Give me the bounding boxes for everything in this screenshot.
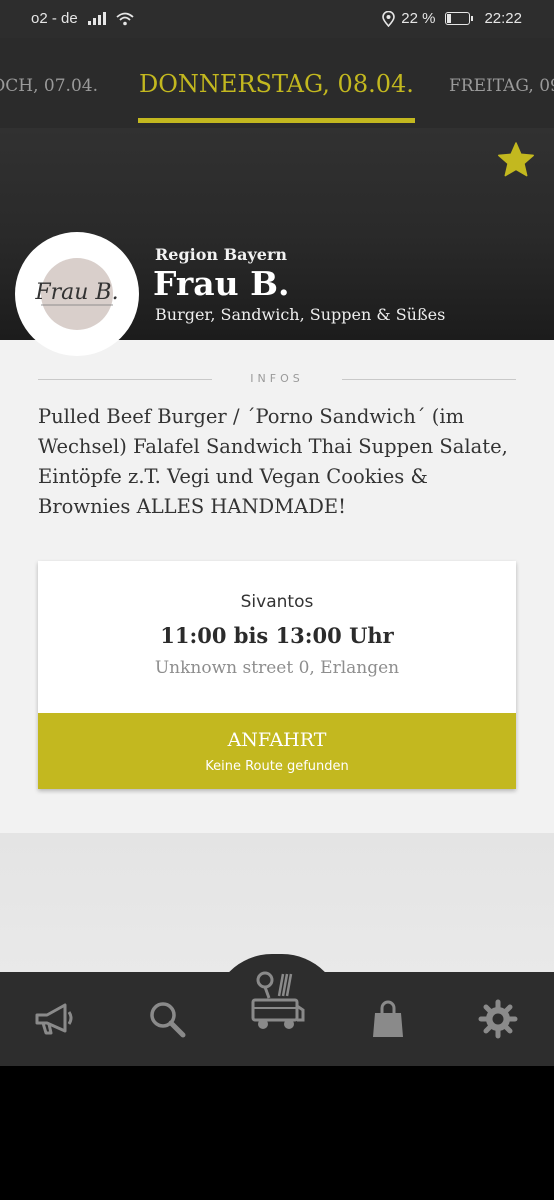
vendor-categories: Burger, Sandwich, Suppen & Süßes — [155, 305, 446, 324]
route-status: Keine Route gefunden — [205, 759, 349, 774]
infos-heading: INFOS — [250, 372, 304, 385]
location-pin-icon — [382, 10, 396, 27]
vendor-region: Region Bayern — [155, 245, 288, 264]
vendor-details: INFOS Pulled Beef Burger / ´Porno Sandwi… — [0, 340, 554, 833]
nav-search[interactable] — [132, 972, 202, 1066]
vendor-description: Pulled Beef Burger / ´Porno Sandwich´ (i… — [38, 405, 508, 518]
nav-news[interactable] — [20, 972, 90, 1066]
system-nav-area — [0, 1066, 554, 1200]
battery-percent: 22 % — [401, 10, 436, 27]
megaphone-icon — [35, 1003, 73, 1035]
route-button[interactable]: ANFAHRT Keine Route gefunden — [38, 713, 516, 789]
bottom-navigation — [0, 971, 554, 1066]
day-tabs: MITTWOCH, 07.04. DONNERSTAG, 08.04. FREI… — [0, 38, 554, 128]
vendor-logo: Frau B. — [15, 232, 139, 356]
location-card: Sivantos 11:00 bis 13:00 Uhr Unknown str… — [38, 561, 516, 789]
status-bar: o2 - de 22 % 22:22 — [0, 0, 554, 38]
gear-icon — [478, 999, 518, 1039]
location-address: Unknown street 0, Erlangen — [154, 658, 400, 678]
carrier-label: o2 - de — [31, 10, 78, 27]
tab-current-day[interactable]: DONNERSTAG, 08.04. — [139, 70, 414, 98]
favorite-star-icon[interactable] — [496, 140, 536, 180]
shopping-bag-icon — [373, 1000, 403, 1037]
nav-food-trucks[interactable] — [242, 954, 312, 1048]
wifi-icon — [116, 12, 134, 25]
location-name: Sivantos — [240, 592, 314, 612]
nav-shop[interactable] — [353, 972, 423, 1066]
route-button-label: ANFAHRT — [227, 729, 327, 751]
vendor-logo-text: Frau B. — [34, 280, 118, 305]
opening-hours: 11:00 bis 13:00 Uhr — [160, 623, 394, 648]
nav-settings[interactable] — [463, 972, 533, 1066]
tab-next-day[interactable]: FREITAG, 09.04. — [449, 76, 554, 96]
signal-icon — [87, 12, 106, 25]
active-tab-indicator — [138, 118, 415, 123]
battery-icon — [445, 12, 474, 25]
vendor-name: Frau B. — [153, 264, 290, 303]
content-spacer — [0, 833, 554, 973]
clock: 22:22 — [484, 10, 522, 27]
food-truck-icon — [251, 971, 305, 1029]
tab-previous-day[interactable]: MITTWOCH, 07.04. — [0, 76, 98, 96]
search-icon — [150, 1002, 186, 1038]
